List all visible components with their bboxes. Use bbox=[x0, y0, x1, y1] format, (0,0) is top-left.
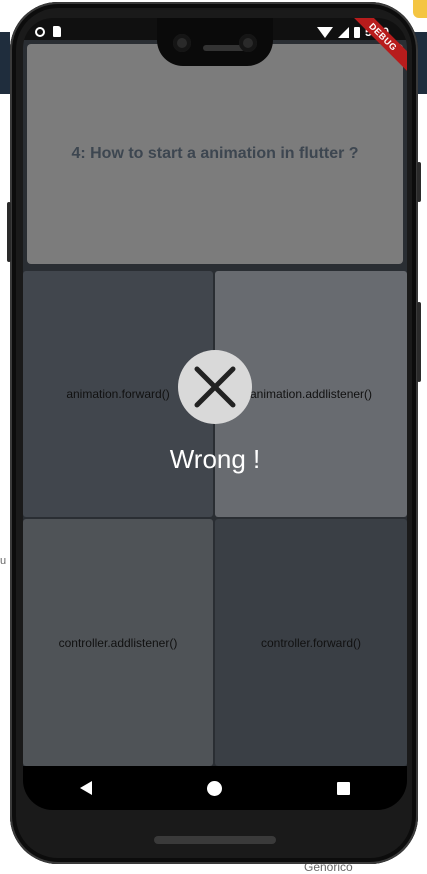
background-header-left bbox=[0, 32, 10, 94]
side-button-power bbox=[417, 162, 421, 202]
side-button-volume bbox=[417, 302, 421, 382]
device-screen: 5:00 DEBUG 4: How to start a animation i… bbox=[23, 18, 407, 810]
background-accent bbox=[413, 0, 427, 18]
phone-frame: 5:00 DEBUG 4: How to start a animation i… bbox=[7, 2, 421, 864]
answer-feedback: Wrong ! bbox=[23, 350, 407, 475]
side-button-left bbox=[7, 202, 11, 262]
option-label: controller.forward() bbox=[260, 635, 362, 650]
feedback-text: Wrong ! bbox=[169, 444, 261, 474]
background-left-text: u bbox=[0, 555, 7, 567]
option-label: controller.addlistener() bbox=[58, 635, 178, 650]
signal-icon bbox=[337, 26, 349, 38]
battery-icon bbox=[353, 26, 360, 38]
quiz-app: 4: How to start a animation in flutter ?… bbox=[23, 40, 407, 766]
question-text: 4: How to start a animation in flutter ? bbox=[71, 145, 359, 162]
bottom-speaker bbox=[154, 836, 276, 844]
front-camera-icon bbox=[173, 34, 191, 52]
home-icon[interactable] bbox=[206, 780, 222, 796]
option-button-4[interactable]: controller.forward() bbox=[215, 519, 407, 766]
camera-notch bbox=[157, 18, 273, 66]
back-icon[interactable] bbox=[80, 781, 93, 795]
option-button-3[interactable]: controller.addlistener() bbox=[23, 519, 213, 766]
front-camera-icon bbox=[239, 34, 257, 52]
question-card: 4: How to start a animation in flutter ? bbox=[27, 44, 403, 264]
wifi-icon bbox=[316, 26, 333, 38]
notification-icon bbox=[35, 26, 45, 37]
sim-card-icon bbox=[53, 26, 61, 37]
android-nav-bar bbox=[23, 766, 407, 810]
recents-icon[interactable] bbox=[336, 781, 350, 795]
close-icon bbox=[178, 350, 252, 424]
